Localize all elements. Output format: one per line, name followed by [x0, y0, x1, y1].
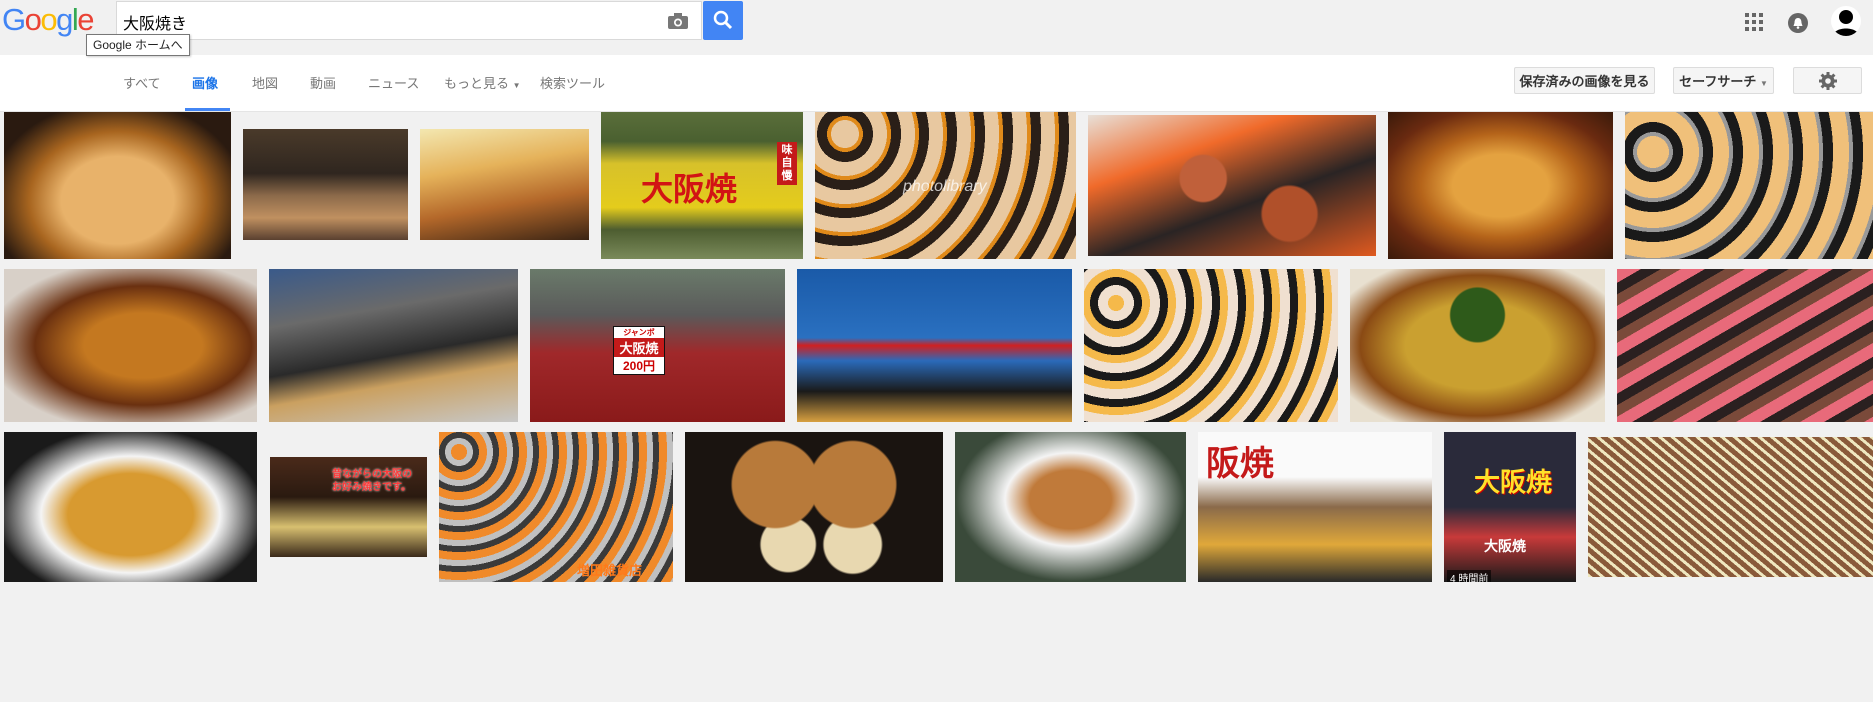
settings-button[interactable]: [1793, 67, 1862, 94]
logo-letter: o: [24, 2, 42, 37]
dropdown-arrow-icon: ▼: [1759, 79, 1768, 88]
search-icon: [713, 10, 733, 30]
ajijiman-sign-text: 味自慢: [777, 142, 797, 185]
tab-maps[interactable]: 地図: [252, 73, 278, 92]
tab-more-label: もっと見る: [444, 76, 510, 91]
image-result[interactable]: photolibrary: [815, 112, 1076, 259]
logo-letter: e: [77, 2, 94, 37]
image-result[interactable]: [1588, 437, 1873, 577]
image-result[interactable]: [1388, 112, 1613, 259]
image-result[interactable]: [1084, 269, 1338, 422]
image-result[interactable]: 阪焼: [1198, 432, 1432, 582]
image-result[interactable]: 大阪焼 大阪焼 4 時間前: [1444, 432, 1576, 582]
shop-name-text: 増田雑貨店: [577, 563, 643, 578]
image-result[interactable]: [1088, 115, 1376, 256]
gear-icon: [1818, 72, 1837, 90]
image-result[interactable]: 昔ながらの大阪の お好み焼きです。: [270, 457, 427, 557]
tab-videos[interactable]: 動画: [310, 73, 336, 92]
safe-search-label: セーフサーチ: [1679, 74, 1757, 89]
search-nav-bar: すべて 画像 地図 動画 ニュース もっと見る ▼ 検索ツール 保存済みの画像を…: [0, 55, 1873, 112]
saved-images-button[interactable]: 保存済みの画像を見る: [1514, 67, 1655, 94]
image-result[interactable]: 増田雑貨店: [439, 432, 673, 582]
osaka-sign-text: 大阪焼: [1484, 538, 1526, 554]
time-badge: 4 時間前: [1447, 570, 1492, 582]
photolibrary-watermark: photolibrary: [903, 178, 987, 195]
image-result[interactable]: [420, 129, 589, 240]
image-result[interactable]: [1350, 269, 1605, 422]
image-result[interactable]: [1617, 269, 1873, 422]
osaka-sign-text: 大阪焼: [1474, 467, 1553, 497]
osaka-sign-text: 大阪焼: [614, 338, 664, 357]
image-result[interactable]: [4, 112, 231, 259]
apps-grid-icon[interactable]: [1745, 13, 1763, 31]
dropdown-arrow-icon: ▼: [512, 81, 521, 90]
image-result[interactable]: [1625, 112, 1873, 259]
active-tab-indicator: [185, 108, 230, 111]
logo-letter: o: [40, 2, 57, 37]
logo-letter: g: [56, 2, 73, 37]
search-box[interactable]: 大阪焼き: [116, 1, 702, 40]
tab-tools[interactable]: 検索ツール: [540, 73, 605, 92]
tab-more[interactable]: もっと見る ▼: [444, 73, 521, 92]
image-result[interactable]: [685, 432, 943, 582]
image-results-grid: 大阪焼 味自慢 photolibrary ジャンボ 大阪焼 200円 昔ながらの…: [0, 112, 1873, 702]
search-input[interactable]: 大阪焼き: [123, 10, 187, 34]
caption-text: お好み焼きです。: [332, 482, 411, 493]
tab-images[interactable]: 画像: [192, 73, 218, 92]
image-result[interactable]: [243, 129, 408, 240]
tab-news[interactable]: ニュース: [368, 73, 419, 92]
image-result[interactable]: ジャンボ 大阪焼 200円: [530, 269, 785, 422]
price-text: 200円: [622, 359, 656, 373]
google-logo[interactable]: Google: [2, 2, 94, 38]
safe-search-button[interactable]: セーフサーチ ▼: [1673, 67, 1774, 94]
tab-all[interactable]: すべて: [123, 73, 161, 92]
image-result[interactable]: [269, 269, 518, 422]
bell-icon: [1793, 18, 1803, 29]
camera-icon[interactable]: [667, 12, 689, 30]
image-result[interactable]: 大阪焼 味自慢: [601, 112, 803, 259]
image-result[interactable]: [4, 269, 257, 422]
header-bar: Google Google ホームへ 大阪焼き: [0, 0, 1873, 56]
logo-letter: G: [2, 2, 26, 37]
search-button[interactable]: [703, 1, 743, 40]
osaka-sign-text: 阪焼: [1206, 445, 1274, 483]
image-result[interactable]: [797, 269, 1072, 422]
image-result[interactable]: [955, 432, 1186, 582]
account-avatar[interactable]: [1831, 6, 1861, 36]
image-result[interactable]: [4, 432, 257, 582]
person-icon: [1833, 10, 1859, 36]
notifications-bell-icon[interactable]: [1788, 13, 1808, 33]
price-sign: ジャンボ 大阪焼 200円: [613, 326, 665, 375]
logo-tooltip: Google ホームへ: [86, 34, 190, 56]
jumbo-text: ジャンボ: [623, 328, 655, 337]
osaka-sign-text: 大阪焼: [641, 171, 738, 207]
